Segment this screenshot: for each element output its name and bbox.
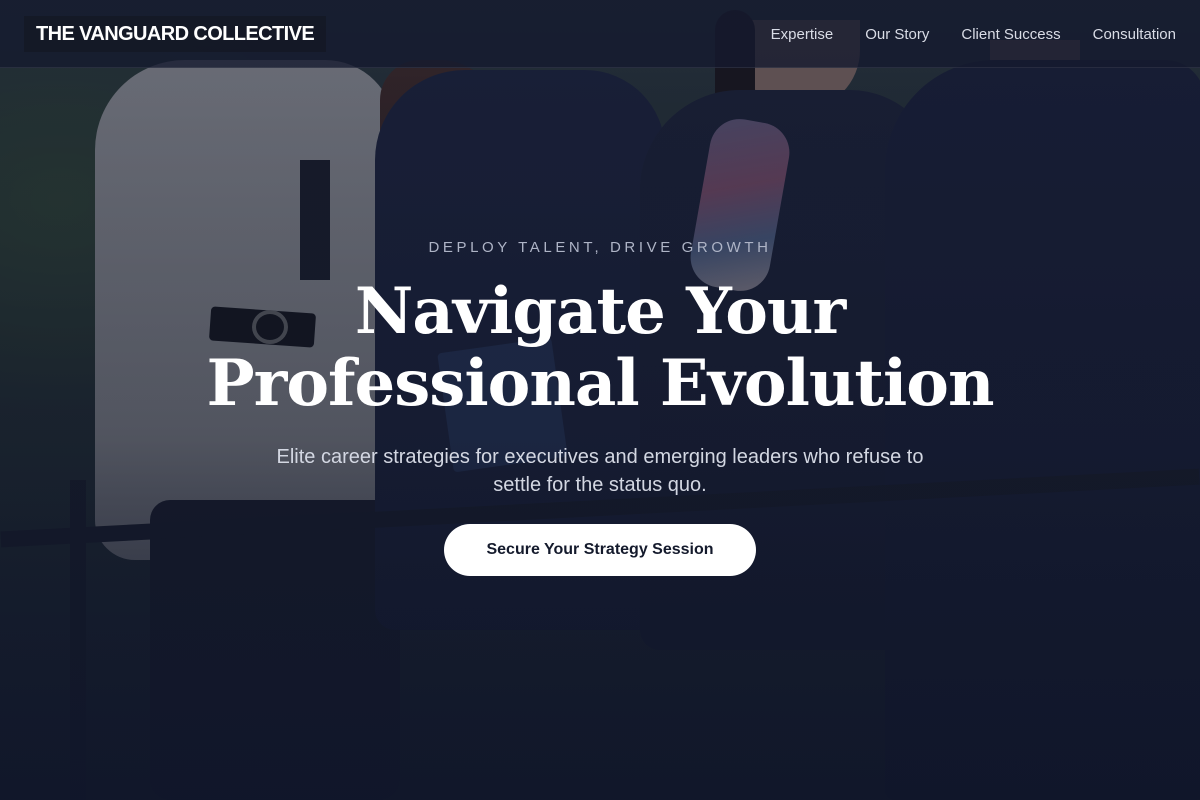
landing-page: THE VANGUARD COLLECTIVE Expertise Our St… — [0, 0, 1200, 800]
hero-subhead: Elite career strategies for executives a… — [276, 446, 924, 496]
brand-logo[interactable]: THE VANGUARD COLLECTIVE — [24, 16, 327, 52]
hero-headline-line-1: Navigate Your — [354, 274, 846, 349]
main-nav: Expertise Our Story Client Success Consu… — [771, 0, 1176, 68]
strategy-session-button[interactable]: Secure Your Strategy Session — [444, 524, 756, 576]
nav-link-our-story[interactable]: Our Story — [865, 26, 929, 43]
nav-link-expertise[interactable]: Expertise — [771, 26, 834, 43]
site-header: THE VANGUARD COLLECTIVE Expertise Our St… — [0, 0, 1200, 68]
hero-headline: Navigate Your Professional Evolution — [100, 276, 1100, 420]
nav-link-consultation[interactable]: Consultation — [1093, 26, 1176, 43]
hero-section: DEPLOY TALENT, DRIVE GROWTH Navigate You… — [0, 0, 1200, 800]
hero-eyebrow: DEPLOY TALENT, DRIVE GROWTH — [428, 239, 772, 256]
nav-link-client-success[interactable]: Client Success — [961, 26, 1060, 43]
hero-headline-line-2: Professional Evolution — [206, 346, 994, 421]
